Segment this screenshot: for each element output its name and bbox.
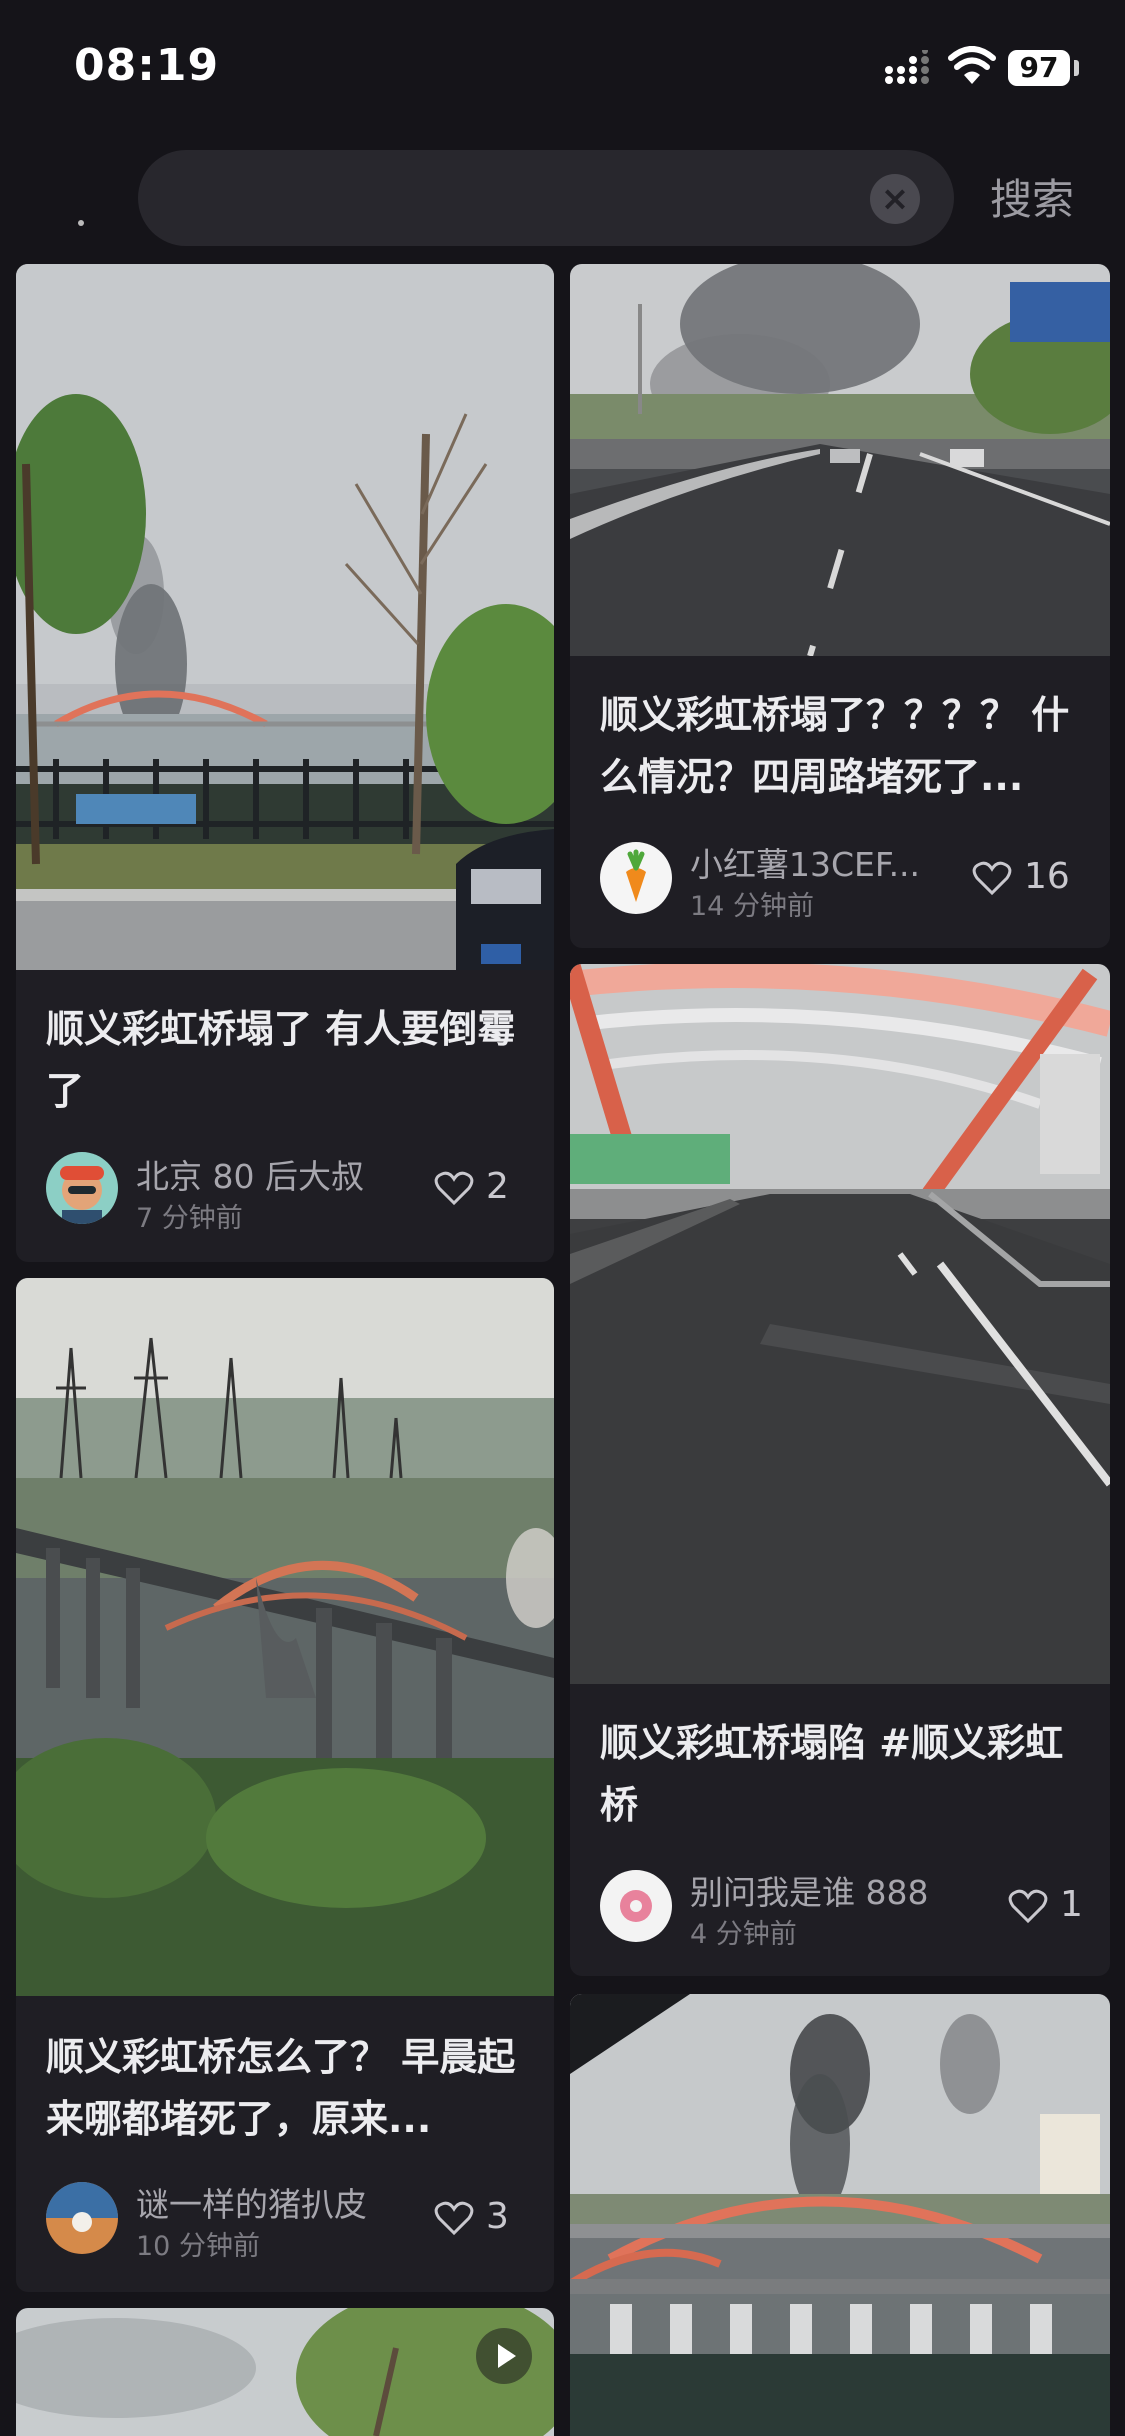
- avatar[interactable]: [600, 842, 672, 914]
- avatar[interactable]: [46, 2182, 118, 2254]
- feed-card-4[interactable]: 顺义彩虹桥塌陷 #顺义彩虹桥 别问我是谁 888 4 分钟前 1: [570, 964, 1110, 1976]
- back-icon: [78, 220, 84, 226]
- author-name[interactable]: 谜一样的猪扒皮: [136, 2178, 367, 2226]
- search-box[interactable]: ×: [138, 150, 954, 248]
- avatar[interactable]: [46, 1152, 118, 1224]
- like-count: 16: [1024, 856, 1070, 897]
- feed-card-5[interactable]: [16, 2308, 554, 2436]
- like-button[interactable]: 2: [434, 1166, 526, 1212]
- search-row: × 搜索: [0, 150, 1125, 248]
- like-button[interactable]: 3: [434, 2196, 526, 2242]
- heart-icon: [434, 2201, 474, 2236]
- heart-icon: [434, 1171, 474, 1206]
- post-image[interactable]: [570, 264, 1110, 656]
- post-title: 顺义彩虹桥塌了 有人要倒霉了: [46, 1007, 516, 1113]
- post-time: 10 分钟前: [136, 2231, 260, 2262]
- post-image[interactable]: [570, 964, 1110, 1684]
- feed-card-2[interactable]: 顺义彩虹桥塌了？？？？ 什么情况？四周路堵死了... 小红薯13CEF... 1…: [570, 264, 1110, 948]
- post-title: 顺义彩虹桥怎么了？ 早晨起来哪都堵死了，原来...: [46, 2035, 516, 2141]
- feed-card-1[interactable]: 顺义彩虹桥塌了 有人要倒霉了 北京 80 后大叔 7 分钟前 2: [16, 264, 554, 1262]
- post-time: 7 分钟前: [136, 1203, 243, 1234]
- signal-icon: [885, 50, 929, 84]
- feed-card-6[interactable]: [570, 1994, 1110, 2436]
- heart-icon: [972, 861, 1012, 896]
- battery-indicator: 97: [1008, 50, 1070, 86]
- author-name[interactable]: 小红薯13CEF...: [690, 838, 920, 886]
- video-play-icon: [476, 2328, 532, 2384]
- back-button[interactable]: [20, 150, 130, 246]
- author-name[interactable]: 北京 80 后大叔: [136, 1150, 364, 1198]
- wifi-icon: [948, 46, 996, 84]
- like-count: 3: [486, 2196, 509, 2237]
- post-image[interactable]: [16, 1278, 554, 1996]
- close-icon[interactable]: ×: [870, 174, 920, 224]
- search-button[interactable]: 搜索: [990, 166, 1074, 227]
- post-title: 顺义彩虹桥塌了？？？？ 什么情况？四周路堵死了...: [600, 693, 1070, 799]
- post-title: 顺义彩虹桥塌陷 #顺义彩虹桥: [600, 1721, 1064, 1827]
- avatar[interactable]: [600, 1870, 672, 1942]
- like-button[interactable]: 16: [972, 856, 1082, 902]
- post-image[interactable]: [16, 2308, 554, 2436]
- status-time: 08:19: [74, 40, 220, 91]
- feed-card-3[interactable]: 顺义彩虹桥怎么了？ 早晨起来哪都堵死了，原来... 谜一样的猪扒皮 10 分钟前…: [16, 1278, 554, 2292]
- battery-tip: [1074, 60, 1079, 76]
- post-image[interactable]: [16, 264, 554, 970]
- like-count: 1: [1060, 1884, 1083, 1925]
- like-button[interactable]: 1: [1008, 1884, 1083, 1930]
- post-time: 14 分钟前: [690, 891, 814, 922]
- status-bar: 08:19 97: [0, 0, 1125, 140]
- search-input[interactable]: [178, 150, 862, 248]
- heart-icon: [1008, 1889, 1048, 1924]
- post-image[interactable]: [570, 1994, 1110, 2436]
- author-name[interactable]: 别问我是谁 888: [690, 1866, 928, 1914]
- like-count: 2: [486, 1166, 509, 1207]
- post-time: 4 分钟前: [690, 1919, 797, 1950]
